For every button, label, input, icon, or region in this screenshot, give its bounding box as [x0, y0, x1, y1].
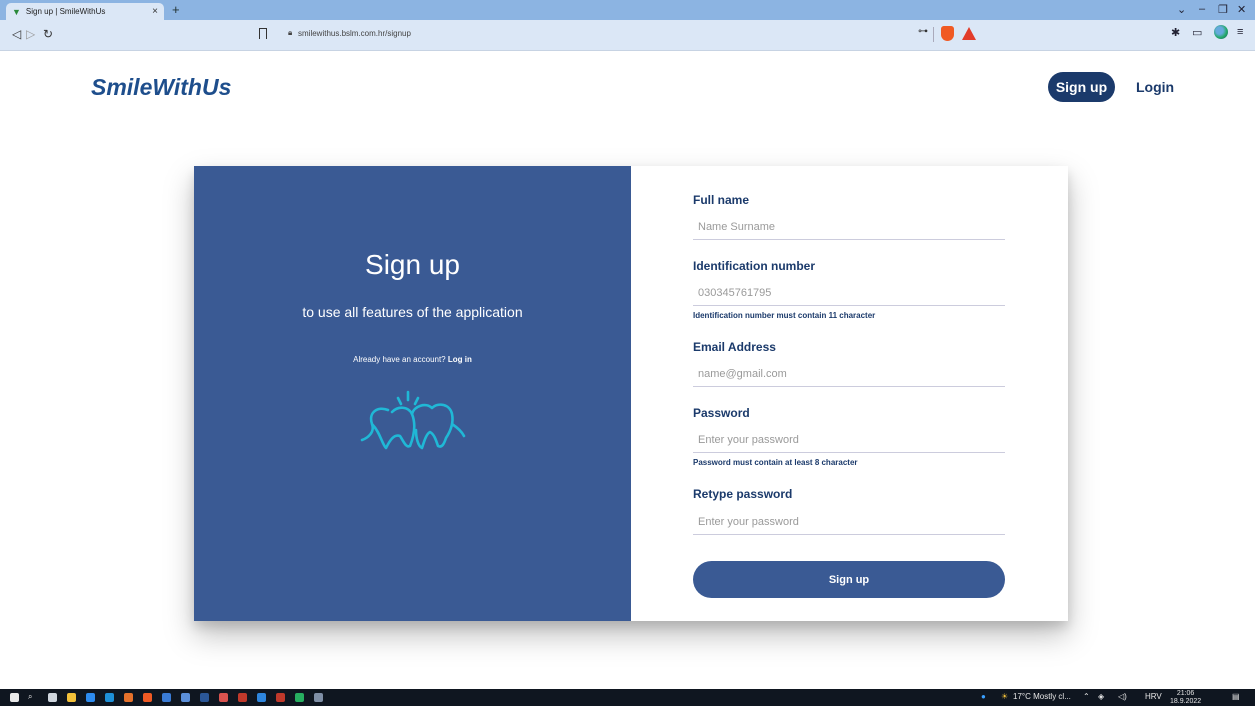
signup-intro-panel: Sign up to use all features of the appli…: [194, 166, 631, 621]
password-input[interactable]: [693, 427, 1005, 453]
lock-icon: 🔒︎: [288, 28, 293, 37]
clock-time: 21:06: [1176, 690, 1195, 697]
panel-subtitle: to use all features of the application: [302, 304, 523, 320]
tab-title: Sign up | SmileWithUs: [25, 7, 106, 16]
password-label: Password: [693, 406, 750, 420]
address-bar[interactable]: smilewithus.bslm.com.hr/signup: [298, 29, 411, 38]
profile-icon[interactable]: [1214, 25, 1228, 39]
sidebar-icon[interactable]: ▭: [1192, 26, 1202, 39]
app-icon[interactable]: [295, 693, 304, 702]
browser-tab[interactable]: ▼ Sign up | SmileWithUs ×: [6, 3, 164, 20]
login-link[interactable]: Log in: [448, 355, 472, 364]
site-favicon-icon: ▼: [12, 6, 21, 17]
notifications-icon[interactable]: ▤: [1232, 692, 1240, 701]
key-icon[interactable]: ⊶: [918, 26, 928, 37]
brave-icon[interactable]: [143, 693, 152, 702]
extensions-icon[interactable]: ✱: [1171, 26, 1180, 39]
bookmark-icon[interactable]: [259, 28, 267, 39]
back-icon[interactable]: ◁: [12, 27, 21, 41]
browser-tab-bar: ▼ Sign up | SmileWithUs × + ⌄ – ❐ ✕: [0, 0, 1255, 20]
full-name-input[interactable]: [693, 214, 1005, 240]
app-icon[interactable]: [238, 693, 247, 702]
weather-icon: ☀: [1001, 692, 1009, 701]
id-number-hint: Identification number must contain 11 ch…: [693, 311, 876, 320]
task-view-icon[interactable]: [48, 693, 57, 702]
id-number-label: Identification number: [693, 259, 816, 273]
word-icon[interactable]: [200, 693, 209, 702]
app-icon[interactable]: [314, 693, 323, 702]
weather-text[interactable]: 17°C Mostly cl...: [1013, 692, 1071, 701]
account-prompt-text: Already have an account?: [353, 355, 446, 364]
signup-form: Full name Identification number Identifi…: [631, 166, 1068, 621]
app-icon[interactable]: [219, 693, 228, 702]
reload-icon[interactable]: ↻: [43, 27, 53, 41]
panel-title: Sign up: [365, 249, 460, 280]
clock[interactable]: 21:06 18.9.2022: [1170, 690, 1201, 706]
account-prompt: Already have an account? Log in: [194, 355, 631, 364]
full-name-label: Full name: [693, 193, 750, 207]
brave-rewards-icon[interactable]: [962, 27, 976, 40]
mail-icon[interactable]: [86, 693, 95, 702]
forward-icon[interactable]: ▷: [26, 27, 35, 41]
password-hint: Password must contain at least 8 charact…: [693, 458, 858, 467]
vscode-icon[interactable]: [257, 693, 266, 702]
signup-card: Sign up to use all features of the appli…: [194, 166, 1068, 621]
store-icon[interactable]: [105, 693, 114, 702]
os-taskbar: ⌕ ● ☀ 17°C Mostly cl... ⌃ ◈ ◁) HRV 21:06…: [0, 689, 1255, 706]
network-icon[interactable]: ◈: [1098, 692, 1104, 701]
retype-password-input[interactable]: [693, 509, 1005, 535]
nav-login-link[interactable]: Login: [1136, 79, 1174, 95]
search-icon[interactable]: ⌕: [28, 692, 32, 702]
email-input[interactable]: [693, 361, 1005, 387]
signup-submit-button[interactable]: Sign up: [693, 561, 1005, 598]
chevron-up-icon[interactable]: ⌃: [1083, 692, 1090, 701]
id-number-input[interactable]: [693, 280, 1005, 306]
menu-icon[interactable]: ≡: [1237, 26, 1243, 38]
close-window-icon[interactable]: ✕: [1237, 3, 1246, 16]
restore-icon[interactable]: ❐: [1218, 3, 1228, 16]
tab-close-icon[interactable]: ×: [152, 6, 158, 17]
help-icon[interactable]: ●: [981, 692, 986, 701]
start-icon[interactable]: [10, 693, 19, 702]
minimize-icon[interactable]: –: [1199, 3, 1205, 15]
app-icon[interactable]: [181, 693, 190, 702]
toolbar-divider: [933, 27, 934, 42]
clock-date: 18.9.2022: [1170, 698, 1202, 705]
brave-shield-icon[interactable]: [941, 26, 954, 41]
email-label: Email Address: [693, 340, 776, 354]
file-explorer-icon[interactable]: [67, 693, 76, 702]
filezilla-icon[interactable]: [276, 693, 285, 702]
volume-icon[interactable]: ◁): [1118, 692, 1127, 701]
nav-signup-button[interactable]: Sign up: [1048, 72, 1115, 102]
app-icon[interactable]: [162, 693, 171, 702]
site-logo[interactable]: SmileWithUs: [91, 74, 231, 101]
firefox-icon[interactable]: [124, 693, 133, 702]
teeth-icon: [360, 390, 466, 450]
retype-password-label: Retype password: [693, 487, 793, 501]
new-tab-button[interactable]: +: [172, 2, 180, 17]
browser-toolbar: ◁ ▷ ↻ 🔒︎ smilewithus.bslm.com.hr/signup …: [0, 20, 1255, 51]
tab-search-icon[interactable]: ⌄: [1177, 3, 1186, 16]
language-indicator[interactable]: HRV: [1145, 692, 1162, 701]
